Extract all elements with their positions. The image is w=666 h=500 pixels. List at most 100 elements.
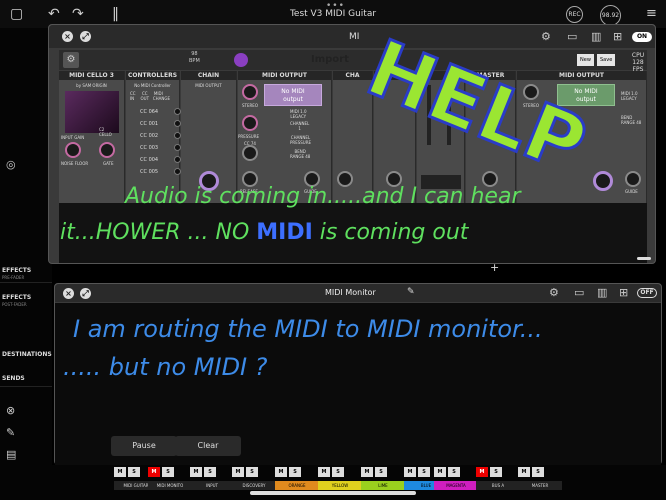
record-button[interactable]: REC (566, 6, 583, 23)
track-magenta[interactable]: M S MAGENTA (434, 467, 478, 497)
track-bus-a[interactable]: M S BUS A (476, 467, 520, 497)
add-icon[interactable]: ⊞ (619, 286, 628, 299)
mute-button[interactable]: M (114, 467, 126, 477)
output-volume-knob[interactable] (593, 171, 613, 191)
keyboard-icon[interactable]: ▥ (597, 286, 607, 299)
track-name[interactable]: ORANGE (275, 481, 319, 490)
cc-toggle[interactable] (174, 120, 181, 127)
mute-button[interactable]: M (232, 467, 244, 477)
expand-window-icon[interactable]: ⤢ (80, 288, 91, 299)
channel-pressure-label: CHANNEL PRESSURE (290, 135, 312, 145)
solo-button[interactable]: S (162, 467, 174, 477)
tempo-button[interactable]: 98.92 (600, 5, 621, 26)
grid-icon[interactable]: ▤ (6, 448, 16, 461)
strip-header[interactable]: CONTROLLERS (126, 71, 179, 80)
solo-button[interactable]: S (448, 467, 460, 477)
cc-item[interactable]: CC 002 (140, 133, 158, 139)
track-name[interactable]: MAGENTA (434, 481, 478, 490)
cc-toggle[interactable] (174, 168, 181, 175)
close-circle-icon[interactable]: ⊗ (6, 404, 15, 417)
sends-label[interactable]: SENDS (2, 375, 25, 382)
pressure-knob[interactable] (242, 115, 258, 131)
effects-pre-label[interactable]: EFFECTS (2, 267, 31, 274)
cpu-meter: CPU 128 FPS (629, 52, 647, 73)
cc-item[interactable]: CC 005 (140, 169, 158, 175)
resize-handle[interactable] (637, 257, 651, 260)
mute-button[interactable]: M (476, 467, 488, 477)
effects-post-label[interactable]: EFFECTS (2, 294, 31, 301)
track-name[interactable]: BUS A (476, 481, 520, 490)
cc-item[interactable]: CC 003 (140, 145, 158, 151)
folder-icon[interactable]: ▭ (574, 286, 584, 299)
solo-button[interactable]: S (289, 467, 301, 477)
menu-icon[interactable]: ≡ (646, 6, 657, 21)
pressure-label: PRESSURE (238, 134, 260, 139)
solo-button[interactable]: S (490, 467, 502, 477)
add-icon[interactable]: ⊞ (613, 30, 622, 43)
clear-button[interactable]: Clear (175, 436, 241, 456)
gate-knob[interactable] (99, 142, 115, 158)
annotation-line-2-start: it...HOWER ... NO (60, 220, 250, 245)
solo-button[interactable]: S (128, 467, 140, 477)
mute-button[interactable]: M (518, 467, 530, 477)
guide-knob-2[interactable] (625, 171, 641, 187)
cc-toggle[interactable] (174, 156, 181, 163)
keyboard-icon[interactable]: ▥ (591, 30, 601, 43)
strip-header[interactable]: MIDI CELLO 3 (59, 71, 124, 80)
on-toggle[interactable]: ON (632, 32, 652, 42)
cc-item[interactable]: CC 004 (140, 157, 158, 163)
track-master[interactable]: M S MASTER (518, 467, 562, 497)
track-name[interactable]: DISCOVERY (232, 481, 276, 490)
cc-toggle[interactable] (174, 144, 181, 151)
pencil-icon[interactable]: ✎ (407, 287, 415, 297)
track-name[interactable]: MASTER (518, 481, 562, 490)
solo-button[interactable]: S (332, 467, 344, 477)
track-midi-monito[interactable]: M S MIDI MONITO (148, 467, 192, 497)
settings-gear-icon[interactable]: ⚙ (63, 52, 79, 68)
expand-window-icon[interactable]: ⤢ (80, 31, 91, 42)
divider (0, 282, 52, 283)
destinations-label[interactable]: DESTINATIONS (2, 351, 52, 358)
pause-button[interactable]: Pause (111, 436, 177, 456)
mute-button[interactable]: M (361, 467, 373, 477)
track-input[interactable]: M S INPUT (190, 467, 234, 497)
home-indicator[interactable] (250, 491, 416, 495)
solo-button[interactable]: S (375, 467, 387, 477)
input-gain-knob[interactable] (65, 142, 81, 158)
track-name[interactable]: MIDI MONITO (148, 481, 192, 490)
save-button[interactable]: Save (597, 54, 616, 66)
solo-button[interactable]: S (204, 467, 216, 477)
stereo-knob[interactable] (242, 84, 258, 100)
pencil-icon[interactable]: ✎ (6, 426, 15, 439)
mute-button[interactable]: M (318, 467, 330, 477)
add-row: + (48, 261, 656, 274)
midi-output-selector[interactable]: No MIDI output (264, 84, 322, 106)
bpm-display[interactable]: 98 BPM (189, 51, 200, 65)
mute-button[interactable]: M (275, 467, 287, 477)
solo-button[interactable]: S (246, 467, 258, 477)
cc-toggle[interactable] (174, 108, 181, 115)
close-window-icon[interactable]: × (63, 288, 74, 299)
close-window-icon[interactable]: × (62, 31, 73, 42)
track-name[interactable]: YELLOW (318, 481, 362, 490)
mute-button[interactable]: M (148, 467, 160, 477)
track-name[interactable]: INPUT (190, 481, 234, 490)
mute-button[interactable]: M (404, 467, 416, 477)
add-plus-icon[interactable]: + (490, 261, 499, 274)
cc74-knob[interactable] (242, 145, 258, 161)
track-name[interactable]: LIME (361, 481, 405, 490)
gear-icon[interactable]: ⚙ (549, 286, 559, 299)
cc-item[interactable]: CC 064 (140, 109, 158, 115)
mute-button[interactable]: M (434, 467, 446, 477)
cc-item[interactable]: CC 001 (140, 121, 158, 127)
solo-button[interactable]: S (418, 467, 430, 477)
strip-header[interactable]: CHAIN (181, 71, 236, 80)
bypass-circle-icon[interactable]: ◎ (6, 158, 16, 171)
instrument-strip: MIDI CELLO 3 by SAM ORIGIN INPUT GAIN C2… (59, 71, 125, 203)
play-button[interactable] (234, 53, 248, 67)
off-toggle[interactable]: OFF (637, 288, 657, 298)
strip-header[interactable]: MIDI OUTPUT (238, 71, 331, 80)
mute-button[interactable]: M (190, 467, 202, 477)
solo-button[interactable]: S (532, 467, 544, 477)
cc-toggle[interactable] (174, 132, 181, 139)
